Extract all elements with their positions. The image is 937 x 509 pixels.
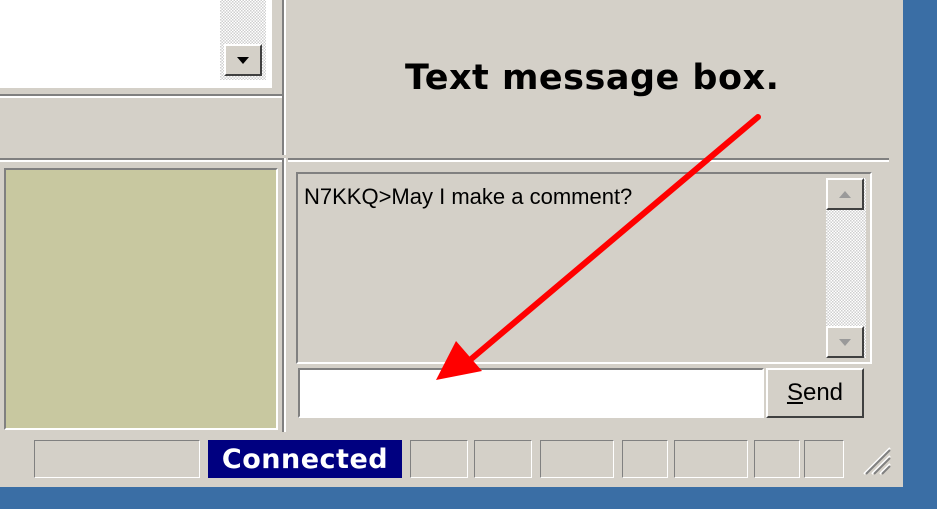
annotation-arrow: [436, 114, 761, 380]
application-window: Text message box. N7KKQ>May I make a com…: [0, 0, 903, 487]
